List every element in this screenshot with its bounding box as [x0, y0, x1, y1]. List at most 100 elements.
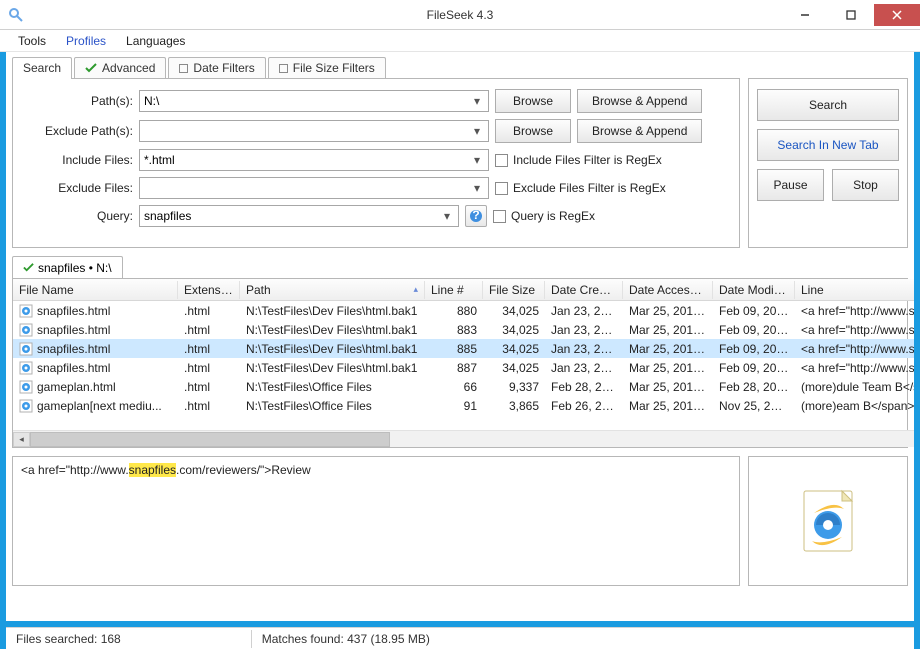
table-row[interactable]: snapfiles.html.htmlN:\TestFiles\Dev File… — [13, 301, 914, 320]
content-area: Search Advanced Date Filters File Size F… — [6, 52, 914, 621]
unchecked-box-icon — [179, 64, 188, 73]
exclude-files-input[interactable]: ▾ — [139, 177, 489, 199]
cell-filesize: 9,337 — [483, 379, 545, 395]
results-tab[interactable]: snapfiles • N:\ — [12, 256, 123, 278]
col-modified[interactable]: Date Modified — [713, 281, 795, 299]
tab-search[interactable]: Search — [12, 57, 72, 79]
cell-lineno: 885 — [425, 341, 483, 357]
search-new-tab-button[interactable]: Search In New Tab — [757, 129, 899, 161]
chevron-down-icon[interactable]: ▾ — [470, 181, 484, 195]
cell-lineno: 883 — [425, 322, 483, 338]
exclude-regex-checkbox[interactable] — [495, 182, 508, 195]
results-table: File Name Extension Path Line # File Siz… — [12, 278, 908, 448]
exclude-paths-input[interactable]: ▾ — [139, 120, 489, 142]
cell-extension: .html — [178, 379, 240, 395]
col-lineno[interactable]: Line # — [425, 281, 483, 299]
include-regex-label: Include Files Filter is RegEx — [513, 153, 662, 167]
col-created[interactable]: Date Created — [545, 281, 623, 299]
col-path[interactable]: Path — [240, 281, 425, 299]
table-row[interactable]: gameplan[next mediu....htmlN:\TestFiles\… — [13, 396, 914, 415]
cell-extension: .html — [178, 398, 240, 414]
exclude-paths-browse-append-button[interactable]: Browse & Append — [577, 119, 702, 143]
query-label: Query: — [23, 209, 133, 223]
chevron-down-icon[interactable]: ▾ — [470, 153, 484, 167]
chevron-down-icon[interactable]: ▾ — [440, 209, 454, 223]
exclude-regex-label: Exclude Files Filter is RegEx — [513, 181, 666, 195]
search-button[interactable]: Search — [757, 89, 899, 121]
close-button[interactable] — [874, 4, 920, 26]
col-filesize[interactable]: File Size — [483, 281, 545, 299]
cell-filename: gameplan[next mediu... — [13, 398, 178, 414]
col-accessed[interactable]: Date Accessed — [623, 281, 713, 299]
preview-row: <a href="http://www.snapfiles.com/review… — [12, 456, 908, 586]
minimize-button[interactable] — [782, 4, 828, 26]
paths-input[interactable]: N:\▾ — [139, 90, 489, 112]
tab-size-filters[interactable]: File Size Filters — [268, 57, 386, 78]
preview-text[interactable]: <a href="http://www.snapfiles.com/review… — [12, 456, 740, 586]
paths-label: Path(s): — [23, 94, 133, 108]
search-form: Path(s): N:\▾ Browse Browse & Append Exc… — [12, 78, 740, 248]
tab-advanced[interactable]: Advanced — [74, 57, 166, 78]
table-row[interactable]: gameplan.html.htmlN:\TestFiles\Office Fi… — [13, 377, 914, 396]
menu-profiles[interactable]: Profiles — [58, 32, 114, 50]
preview-highlight: snapfiles — [129, 463, 176, 477]
horizontal-scrollbar[interactable]: ◂ ▸ — [13, 430, 914, 447]
stop-button[interactable]: Stop — [832, 169, 899, 201]
status-files-searched: Files searched: 168 — [6, 630, 131, 648]
tab-date-filters[interactable]: Date Filters — [168, 57, 265, 78]
menu-languages[interactable]: Languages — [118, 32, 193, 50]
chevron-down-icon[interactable]: ▾ — [470, 94, 484, 108]
cell-accessed: Mar 25, 2015... — [623, 398, 713, 414]
paths-browse-button[interactable]: Browse — [495, 89, 571, 113]
cell-path: N:\TestFiles\Dev Files\html.bak1 — [240, 341, 425, 357]
cell-path: N:\TestFiles\Dev Files\html.bak1 — [240, 322, 425, 338]
cell-line: <a href="http://www.sn — [795, 360, 914, 376]
include-files-label: Include Files: — [23, 153, 133, 167]
col-filename[interactable]: File Name — [13, 281, 178, 299]
include-files-input[interactable]: *.html ▾ — [139, 149, 489, 171]
scroll-left-icon[interactable]: ◂ — [13, 432, 30, 447]
window-buttons — [782, 4, 920, 26]
table-body: snapfiles.html.htmlN:\TestFiles\Dev File… — [13, 301, 914, 430]
titlebar: FileSeek 4.3 — [0, 0, 920, 30]
query-input[interactable]: snapfiles▾ — [139, 205, 459, 227]
unchecked-box-icon — [279, 64, 288, 73]
cell-line: <a href="http://www.sn — [795, 341, 914, 357]
table-row[interactable]: snapfiles.html.htmlN:\TestFiles\Dev File… — [13, 358, 914, 377]
tab-search-label: Search — [23, 61, 61, 75]
maximize-button[interactable] — [828, 4, 874, 26]
cell-accessed: Mar 25, 2015... — [623, 360, 713, 376]
results-tabstrip: snapfiles • N:\ — [12, 256, 908, 278]
query-regex-checkbox[interactable] — [493, 210, 506, 223]
cell-filesize: 3,865 — [483, 398, 545, 414]
col-line[interactable]: Line — [795, 281, 914, 299]
cell-accessed: Mar 25, 2015... — [623, 379, 713, 395]
app-icon — [8, 7, 24, 23]
paths-browse-append-button[interactable]: Browse & Append — [577, 89, 702, 113]
pause-button[interactable]: Pause — [757, 169, 824, 201]
cell-filename: snapfiles.html — [13, 341, 178, 357]
col-extension[interactable]: Extension — [178, 281, 240, 299]
scroll-thumb[interactable] — [30, 432, 390, 447]
exclude-paths-browse-button[interactable]: Browse — [495, 119, 571, 143]
cell-extension: .html — [178, 360, 240, 376]
table-row[interactable]: snapfiles.html.htmlN:\TestFiles\Dev File… — [13, 339, 914, 358]
include-regex-checkbox[interactable] — [495, 154, 508, 167]
include-files-value: *.html — [144, 153, 175, 167]
chevron-down-icon[interactable]: ▾ — [470, 124, 484, 138]
cell-lineno: 880 — [425, 303, 483, 319]
table-row[interactable]: snapfiles.html.htmlN:\TestFiles\Dev File… — [13, 320, 914, 339]
statusbar: Files searched: 168 Matches found: 437 (… — [6, 627, 914, 649]
query-help-button[interactable]: ? — [465, 205, 487, 227]
cell-path: N:\TestFiles\Dev Files\html.bak1 — [240, 303, 425, 319]
table-header: File Name Extension Path Line # File Siz… — [13, 279, 914, 301]
cell-filename: snapfiles.html — [13, 303, 178, 319]
status-matches-found: Matches found: 437 (18.95 MB) — [251, 630, 440, 648]
cell-extension: .html — [178, 341, 240, 357]
cell-accessed: Mar 25, 2015... — [623, 341, 713, 357]
menu-tools[interactable]: Tools — [10, 32, 54, 50]
cell-path: N:\TestFiles\Dev Files\html.bak1 — [240, 360, 425, 376]
cell-filesize: 34,025 — [483, 360, 545, 376]
cell-created: Jan 23, 20... — [545, 360, 623, 376]
cell-filesize: 34,025 — [483, 322, 545, 338]
